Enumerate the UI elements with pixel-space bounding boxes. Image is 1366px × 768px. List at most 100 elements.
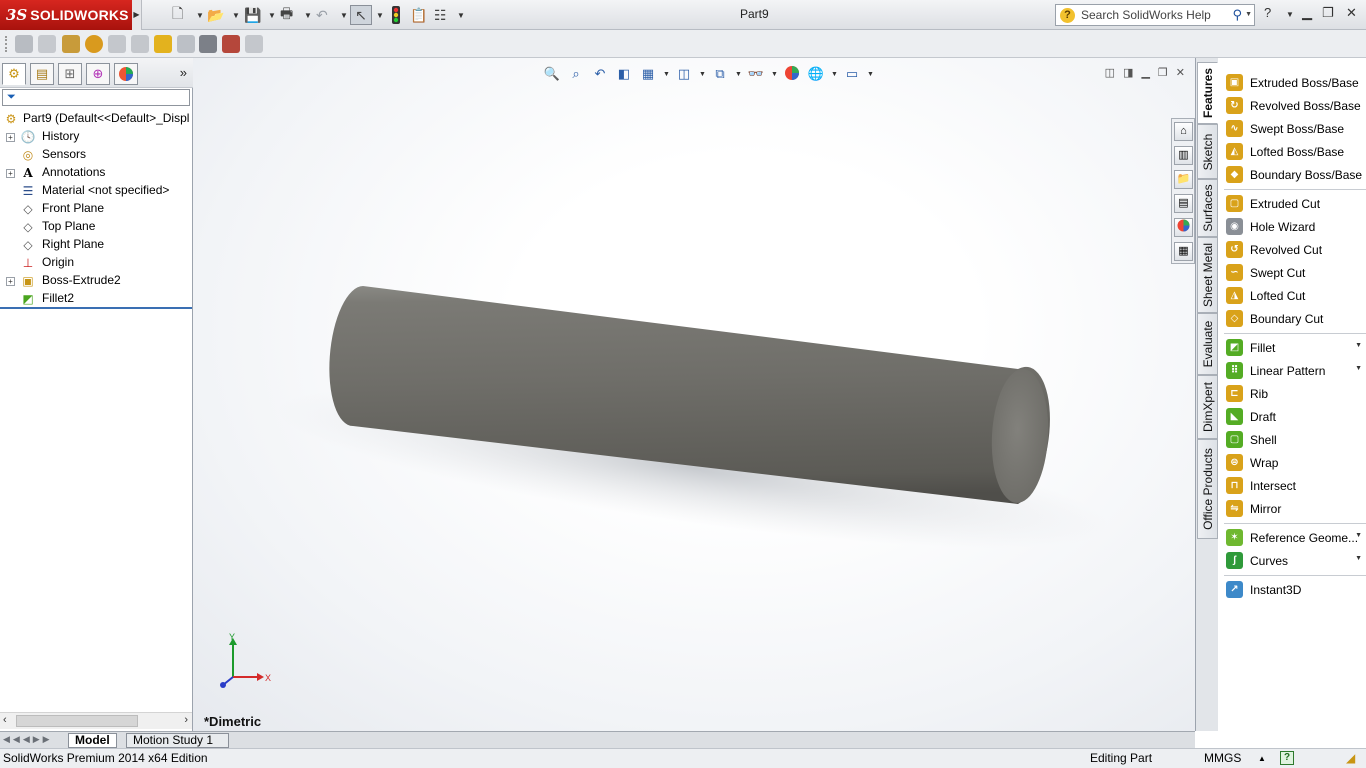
tree-item-material[interactable]: ☰ Material <not specified>	[0, 182, 192, 200]
unit-system-selector[interactable]: MMGS	[1204, 751, 1241, 765]
menu-expand-arrow-icon[interactable]: ▶	[132, 0, 142, 30]
file-properties-icon[interactable]: 📋	[410, 5, 427, 25]
tree-item-sensors[interactable]: ◎ Sensors	[0, 146, 192, 164]
shell-button[interactable]: ▢ Shell	[1218, 428, 1366, 451]
tab-model[interactable]: Model	[68, 733, 117, 748]
print-icon[interactable]: 🖶	[280, 5, 293, 25]
featuremanager-tree-icon[interactable]: ⚙	[2, 63, 26, 85]
linear-pattern-button[interactable]: ⠿ Linear Pattern ▼	[1218, 359, 1366, 382]
tab-features[interactable]: Features	[1197, 62, 1218, 124]
wrap-button[interactable]: ⊜ Wrap	[1218, 451, 1366, 474]
tab-sheet-metal[interactable]: Sheet Metal	[1197, 237, 1218, 313]
unit-system-dropdown-icon[interactable]: ▲	[1258, 754, 1266, 763]
options-icon[interactable]: ☷	[434, 5, 447, 25]
tree-root-part[interactable]: ⚙ Part9 (Default<<Default>_Displ	[0, 110, 192, 128]
extruded-boss-button[interactable]: ▣ Extruded Boss/Base	[1218, 71, 1366, 94]
restore-window-icon[interactable]: ❐	[1322, 5, 1334, 21]
swept-cut-button[interactable]: ∽ Swept Cut	[1218, 261, 1366, 284]
undo-icon[interactable]: ↶	[316, 5, 328, 25]
tree-filter-input[interactable]: ⏷	[2, 89, 190, 106]
revolved-boss-button[interactable]: ↻ Revolved Boss/Base	[1218, 94, 1366, 117]
toolbar-grip[interactable]	[5, 36, 8, 52]
curves-button[interactable]: ʃ Curves ▼	[1218, 549, 1366, 572]
help-dropdown-icon[interactable]: ▼	[1286, 10, 1294, 19]
mold-tools-icon[interactable]	[222, 35, 240, 53]
resize-grip-icon[interactable]: ◢	[1346, 751, 1355, 765]
hole-wizard-button[interactable]: ◉ Hole Wizard	[1218, 215, 1366, 238]
intersect-button[interactable]: ⊓ Intersect	[1218, 474, 1366, 497]
tab-dimxpert[interactable]: DimXpert	[1197, 375, 1218, 439]
solidworks-resources-icon[interactable]: ⌂	[1174, 122, 1193, 141]
instant3d-button[interactable]: ↗ Instant3D	[1218, 578, 1366, 601]
tab-surfaces[interactable]: Surfaces	[1197, 179, 1218, 237]
custom-properties-icon[interactable]: ▦	[1174, 242, 1193, 261]
split-tool-icon[interactable]	[177, 35, 195, 53]
more-tabs-chevron-icon[interactable]: »	[180, 65, 187, 80]
graphics-area[interactable]: 🔍 ⌕ ↶ ◧ ▦ ▼ ◫ ▼ ⧉ ▼ 👓 ▼ 🌐 ▼ ▭ ▼ ◫ ◨ ▁ ❐ …	[193, 58, 1195, 731]
undo-dropdown-icon[interactable]: ▼	[340, 11, 348, 20]
revolved-cut-button[interactable]: ↺ Revolved Cut	[1218, 238, 1366, 261]
swept-boss-button[interactable]: ∿ Swept Boss/Base	[1218, 117, 1366, 140]
sheet-metal-tool-icon[interactable]	[245, 35, 263, 53]
lofted-boss-button[interactable]: ◭ Lofted Boss/Base	[1218, 140, 1366, 163]
file-explorer-icon[interactable]: 📁	[1174, 170, 1193, 189]
select-cursor-icon[interactable]: ↖	[350, 5, 372, 25]
tree-item-front-plane[interactable]: ◇ Front Plane	[0, 200, 192, 218]
appearances-scenes-icon[interactable]	[1174, 218, 1193, 237]
help-status-icon[interactable]: ?	[1280, 751, 1294, 765]
rib-button[interactable]: ⊏ Rib	[1218, 382, 1366, 405]
options-dropdown-icon[interactable]: ▼	[457, 11, 465, 20]
appearance-ball-icon[interactable]	[85, 35, 103, 53]
scroll-right-icon[interactable]: ›	[184, 714, 188, 726]
search-help-input[interactable]: ? Search SolidWorks Help ⚲ ▼	[1055, 4, 1255, 26]
tree-item-fillet2[interactable]: ◩ Fillet2	[0, 290, 192, 308]
tree-item-right-plane[interactable]: ◇ Right Plane	[0, 236, 192, 254]
configurationmanager-icon[interactable]: ⊞	[58, 63, 82, 85]
close-window-icon[interactable]: ✕	[1346, 5, 1357, 21]
help-menu-icon[interactable]: ?	[1264, 5, 1271, 20]
scroll-thumb[interactable]	[16, 715, 138, 727]
expand-toggle-icon[interactable]: +	[6, 169, 15, 178]
fillet-dropdown-icon[interactable]: ▼	[1355, 342, 1362, 349]
revolve-tool-icon[interactable]	[38, 35, 56, 53]
displaymanager-icon[interactable]	[114, 63, 138, 85]
save-dropdown-icon[interactable]: ▼	[268, 11, 276, 20]
tree-item-annotations[interactable]: + A Annotations	[0, 164, 192, 182]
extruded-cut-button[interactable]: ▢ Extruded Cut	[1218, 192, 1366, 215]
reference-geometry-button[interactable]: ✶ Reference Geome... ▼	[1218, 526, 1366, 549]
search-icon[interactable]: ⚲	[1232, 7, 1242, 23]
draft-button[interactable]: ◣ Draft	[1218, 405, 1366, 428]
search-dropdown-icon[interactable]: ▼	[1245, 11, 1252, 18]
curves-dropdown-icon[interactable]: ▼	[1355, 555, 1362, 562]
tab-motion-study-1[interactable]: Motion Study 1	[126, 733, 229, 748]
dimxpertmanager-icon[interactable]: ⊕	[86, 63, 110, 85]
tab-evaluate[interactable]: Evaluate	[1197, 313, 1218, 375]
reference-geometry-dropdown-icon[interactable]: ▼	[1355, 532, 1362, 539]
design-library-icon[interactable]: ▥	[1174, 146, 1193, 165]
tab-sketch[interactable]: Sketch	[1197, 124, 1218, 179]
expand-toggle-icon[interactable]: +	[6, 277, 15, 286]
mirror-button[interactable]: ⇋ Mirror	[1218, 497, 1366, 520]
boundary-cut-button[interactable]: ◇ Boundary Cut	[1218, 307, 1366, 330]
tab-office-products[interactable]: Office Products	[1197, 439, 1218, 539]
rebuild-traffic-light-icon[interactable]	[390, 5, 402, 25]
solidworks-logo[interactable]: 3S SOLIDWORKS	[0, 0, 132, 30]
fillet-button[interactable]: ◩ Fillet ▼	[1218, 336, 1366, 359]
tree-item-boss-extrude2[interactable]: + ▣ Boss-Extrude2	[0, 272, 192, 290]
save-icon[interactable]: 💾	[244, 5, 261, 25]
link-tool-icon[interactable]	[131, 35, 149, 53]
move-copy-icon[interactable]	[62, 35, 80, 53]
new-dropdown-icon[interactable]: ▼	[196, 11, 204, 20]
insert-part-icon[interactable]	[154, 35, 172, 53]
tab-navigation-arrows-icon[interactable]: ◀◀◀▶▶	[3, 734, 53, 745]
scroll-left-icon[interactable]: ‹	[3, 714, 7, 726]
tree-item-origin[interactable]: ⊥ Origin	[0, 254, 192, 272]
select-dropdown-icon[interactable]: ▼	[376, 11, 384, 20]
expand-toggle-icon[interactable]: +	[6, 133, 15, 142]
boundary-boss-button[interactable]: ◆ Boundary Boss/Base	[1218, 163, 1366, 186]
print-dropdown-icon[interactable]: ▼	[304, 11, 312, 20]
propertymanager-icon[interactable]: ▤	[30, 63, 54, 85]
lofted-cut-button[interactable]: ◮ Lofted Cut	[1218, 284, 1366, 307]
open-dropdown-icon[interactable]: ▼	[232, 11, 240, 20]
minimize-window-icon[interactable]: ▁	[1302, 5, 1312, 21]
